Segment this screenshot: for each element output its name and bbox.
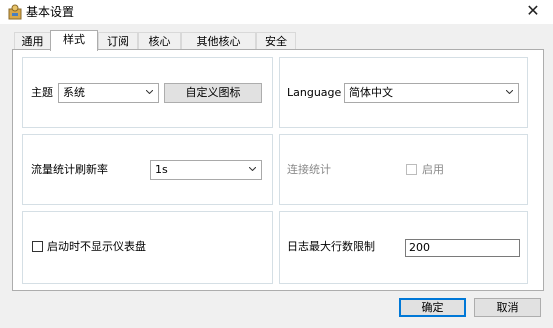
title-bar	[0, 0, 553, 24]
theme-select-value: 系统	[63, 86, 85, 99]
language-select-value: 简体中文	[349, 86, 393, 99]
window-title: 基本设置	[26, 5, 75, 19]
chevron-down-icon	[249, 167, 256, 171]
theme-label: 主题	[31, 86, 53, 99]
hide-dashboard-on-start-checkbox[interactable]	[32, 241, 43, 252]
tab-subscription[interactable]: 订阅	[98, 32, 138, 50]
close-button[interactable]: ✕	[522, 2, 544, 22]
hide-dashboard-on-start-label: 启动时不显示仪表盘	[47, 240, 146, 253]
language-select[interactable]: 简体中文	[344, 83, 519, 103]
tab-style[interactable]: 样式	[50, 30, 98, 51]
tab-security[interactable]: 安全	[256, 32, 296, 50]
tab-core[interactable]: 核心	[138, 32, 181, 50]
tab-other-core[interactable]: 其他核心	[181, 32, 256, 50]
connection-stats-enable-label: 启用	[422, 163, 444, 176]
language-label: Language	[287, 86, 342, 99]
ok-button[interactable]: 确定	[399, 298, 466, 317]
chevron-down-icon	[146, 90, 153, 94]
cancel-button[interactable]: 取消	[474, 298, 541, 317]
traffic-refresh-select[interactable]: 1s	[150, 160, 262, 180]
connection-stats-checkbox[interactable]	[406, 164, 417, 175]
log-limit-input[interactable]: 200	[405, 239, 520, 257]
log-limit-value: 200	[409, 241, 430, 254]
app-icon	[8, 4, 22, 20]
chevron-down-icon	[506, 90, 513, 94]
connection-stats-label: 连接统计	[287, 163, 331, 176]
tab-general[interactable]: 通用	[14, 32, 51, 50]
traffic-refresh-value: 1s	[155, 163, 168, 176]
log-limit-label: 日志最大行数限制	[287, 240, 375, 253]
theme-select[interactable]: 系统	[58, 83, 159, 103]
custom-icon-button[interactable]: 自定义图标	[164, 83, 262, 103]
traffic-refresh-label: 流量统计刷新率	[31, 163, 108, 176]
